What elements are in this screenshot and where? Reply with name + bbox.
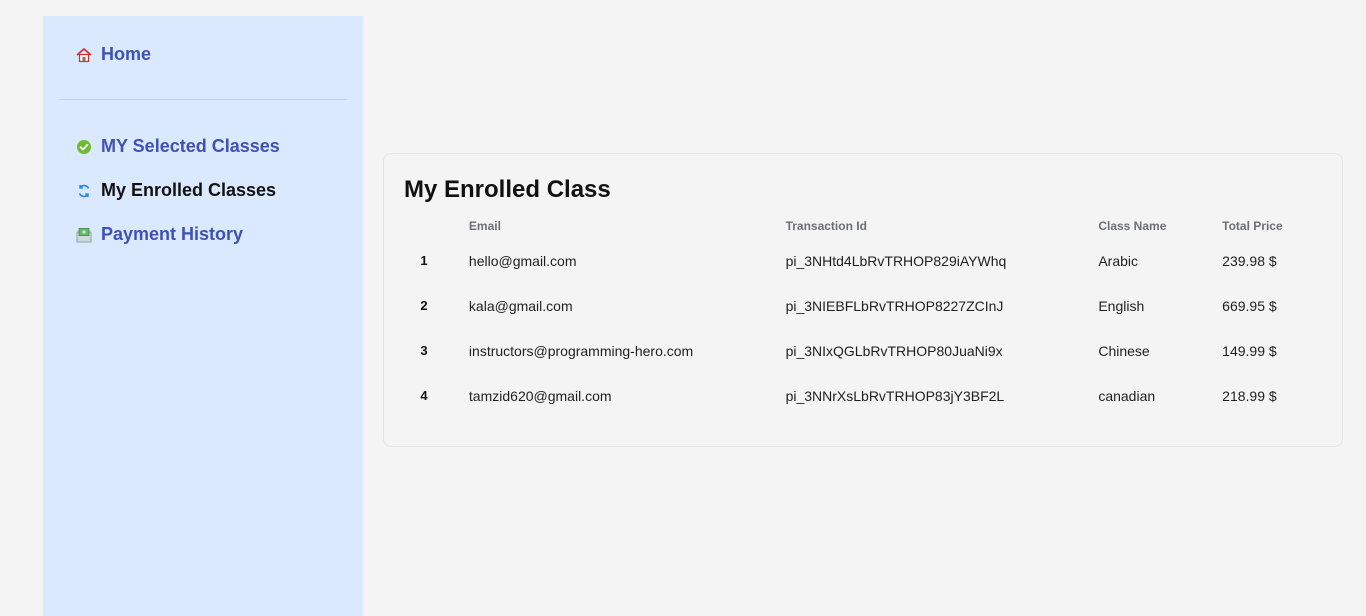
row-class-name: English — [1098, 297, 1145, 314]
sidebar-item-home[interactable]: Home — [75, 44, 151, 65]
row-number: 4 — [420, 388, 428, 403]
column-header-email: Email — [468, 219, 501, 233]
row-email: kala@gmail.com — [468, 297, 573, 314]
sidebar-item-enrolled-classes[interactable]: My Enrolled Classes — [75, 180, 276, 201]
sidebar: Home MY Selected Classes My Enrolled Cla… — [43, 16, 363, 616]
row-email: instructors@programming-hero.com — [468, 342, 694, 359]
sidebar-item-label: MY Selected Classes — [101, 136, 280, 156]
sidebar-divider — [59, 99, 347, 100]
column-header-index — [404, 214, 444, 238]
row-number: 2 — [420, 298, 428, 313]
page-title: My Enrolled Class — [404, 176, 611, 203]
home-icon — [75, 46, 93, 64]
row-transaction-id: pi_3NIxQGLbRvTRHOP80JuaNi9x — [785, 342, 1003, 359]
row-total-price: 149.99 $ — [1222, 342, 1277, 359]
column-header-total-price: Total Price — [1222, 219, 1283, 233]
sidebar-item-label: Payment History — [101, 224, 244, 244]
column-header-class-name: Class Name — [1098, 219, 1167, 233]
row-total-price: 239.98 $ — [1222, 252, 1277, 269]
money-icon — [75, 226, 93, 244]
row-class-name: Chinese — [1098, 342, 1150, 359]
row-email: tamzid620@gmail.com — [468, 387, 612, 404]
row-total-price: 669.95 $ — [1222, 297, 1277, 314]
enrolled-classes-card: My Enrolled Class Email Transaction Id C… — [383, 153, 1343, 447]
table-header-row: Email Transaction Id Class Name Total Pr… — [404, 214, 1342, 238]
enrolled-classes-table: Email Transaction Id Class Name Total Pr… — [404, 214, 1342, 418]
row-total-price: 218.99 $ — [1222, 387, 1277, 404]
table-row: 2 kala@gmail.com pi_3NIEBFLbRvTRHOP8227Z… — [404, 283, 1342, 328]
row-transaction-id: pi_3NIEBFLbRvTRHOP8227ZCInJ — [785, 297, 1004, 314]
sidebar-item-label: My Enrolled Classes — [101, 180, 277, 200]
refresh-icon — [75, 182, 93, 200]
table-row: 4 tamzid620@gmail.com pi_3NNrXsLbRvTRHOP… — [404, 373, 1342, 418]
row-class-name: Arabic — [1098, 252, 1139, 269]
sidebar-item-label: Home — [101, 44, 152, 64]
row-number: 1 — [420, 253, 428, 268]
table-row: 3 instructors@programming-hero.com pi_3N… — [404, 328, 1342, 373]
table-row: 1 hello@gmail.com pi_3NHtd4LbRvTRHOP829i… — [404, 238, 1342, 283]
row-class-name: canadian — [1098, 387, 1156, 404]
check-circle-icon — [75, 138, 93, 156]
column-header-transaction-id: Transaction Id — [785, 219, 867, 233]
sidebar-item-selected-classes[interactable]: MY Selected Classes — [75, 136, 280, 157]
row-transaction-id: pi_3NNrXsLbRvTRHOP83jY3BF2L — [785, 387, 1005, 404]
row-email: hello@gmail.com — [468, 252, 577, 269]
row-transaction-id: pi_3NHtd4LbRvTRHOP829iAYWhq — [785, 252, 1007, 269]
sidebar-item-payment-history[interactable]: Payment History — [75, 224, 243, 245]
row-number: 3 — [420, 343, 428, 358]
